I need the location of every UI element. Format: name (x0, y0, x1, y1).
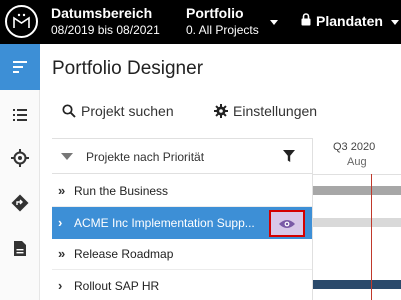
list-item[interactable]: » Release Roadmap (52, 238, 312, 270)
settings-label: Einstellungen (233, 103, 318, 119)
direction-icon (11, 194, 29, 212)
rail-item-list[interactable] (0, 92, 40, 138)
timeline-quarter: Q3 2020 (333, 141, 376, 153)
chevron-right-icon[interactable]: › (58, 215, 62, 230)
sort-by-priority-label[interactable]: Projekte nach Priorität (86, 150, 204, 164)
search-project-button[interactable]: Projekt suchen (62, 103, 174, 119)
caret-down-icon[interactable] (61, 153, 73, 160)
timeline-month: Aug (347, 156, 367, 168)
menu-lines-icon (13, 61, 27, 73)
list-item[interactable]: » Run the Business (52, 175, 312, 207)
left-rail (0, 44, 40, 300)
list-item[interactable]: › Rollout SAP HR (52, 270, 312, 300)
settings-button[interactable]: Einstellungen (214, 103, 317, 119)
top-bar: Datumsbereich 08/2019 bis 08/2021 Portfo… (0, 0, 401, 44)
rail-item-directions[interactable] (0, 180, 40, 226)
plan-data-label: Plandaten (316, 13, 383, 29)
lock-icon (301, 13, 311, 29)
filter-icon[interactable] (282, 149, 296, 168)
list-item-selected[interactable]: › ACME Inc Implementation Supp... (52, 207, 312, 239)
project-label: Release Roadmap (74, 247, 174, 261)
date-range-label: Datumsbereich (51, 5, 153, 21)
rail-item-document[interactable] (0, 225, 40, 271)
search-icon (62, 104, 76, 118)
plan-data-selector[interactable]: Plandaten (301, 13, 383, 29)
document-icon (14, 240, 26, 256)
chevron-down-icon[interactable] (391, 20, 399, 25)
portfolio-value: 0. All Projects (186, 23, 259, 37)
today-marker (371, 174, 372, 300)
gear-icon (214, 104, 228, 118)
logo-icon[interactable] (5, 5, 38, 38)
date-range-value: 08/2019 bis 08/2021 (51, 23, 160, 37)
target-icon (11, 149, 29, 167)
project-label: Rollout SAP HR (74, 279, 160, 293)
tree-header: Projekte nach Priorität (52, 138, 312, 174)
page-title: Portfolio Designer (52, 58, 204, 79)
search-project-label: Projekt suchen (81, 103, 174, 119)
timeline-bar-run-the-business[interactable] (313, 186, 401, 195)
portfolio-selector[interactable]: Portfolio 0. All Projects (186, 4, 259, 38)
date-range-selector[interactable]: Datumsbereich 08/2019 bis 08/2021 (51, 4, 160, 38)
project-label: Run the Business (74, 184, 169, 198)
list-icon (13, 109, 27, 121)
project-label: ACME Inc Implementation Supp... (74, 216, 255, 230)
rail-item-target[interactable] (0, 135, 40, 181)
rail-item-portfolio-designer[interactable] (0, 44, 40, 90)
eye-icon[interactable] (269, 210, 305, 237)
timeline-divider (313, 174, 401, 175)
chevron-down-icon[interactable] (270, 20, 278, 25)
double-chevron-right-icon[interactable]: » (58, 246, 65, 261)
portfolio-label: Portfolio (186, 5, 244, 21)
timeline-panel: Q3 2020 Aug (312, 138, 401, 300)
timeline-bar-rollout-sap-hr[interactable] (313, 280, 401, 289)
timeline-bar-acme[interactable] (313, 218, 401, 227)
double-chevron-right-icon[interactable]: » (58, 183, 65, 198)
chevron-right-icon[interactable]: › (58, 278, 62, 293)
